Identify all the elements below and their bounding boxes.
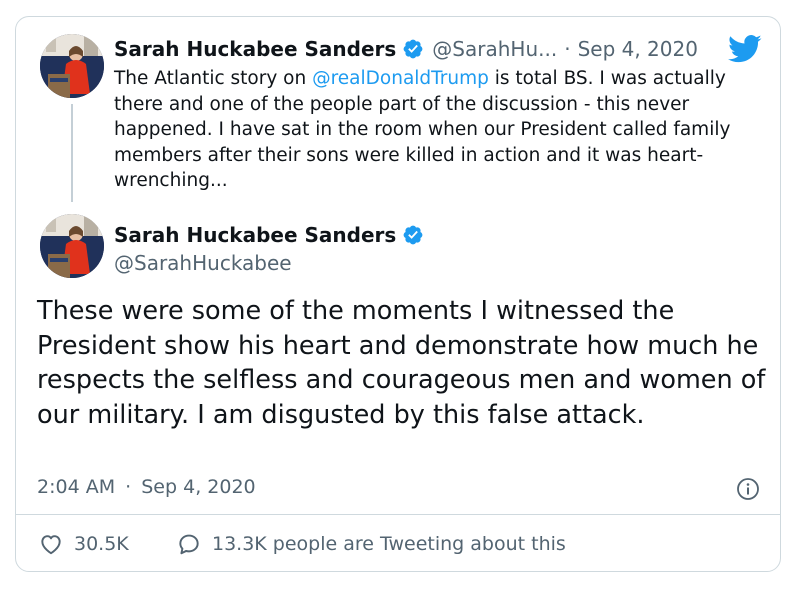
quoted-author-name[interactable]: Sarah Huckabee Sanders xyxy=(114,37,396,61)
like-button[interactable]: 30.5K xyxy=(38,531,129,557)
info-icon[interactable] xyxy=(736,477,760,501)
tweet-date: Sep 4, 2020 xyxy=(141,476,256,498)
main-tweet-author: Sarah Huckabee Sanders xyxy=(114,220,424,250)
thread-connector-line xyxy=(71,104,73,202)
tweeting-about-button[interactable]: 13.3K people are Tweeting about this xyxy=(176,531,566,557)
tweet-timestamp[interactable]: 2:04 AM · Sep 4, 2020 xyxy=(37,476,256,498)
twitter-bird-icon[interactable] xyxy=(728,34,762,64)
quoted-tweet-text: The Atlantic story on @realDonaldTrump i… xyxy=(114,66,764,194)
avatar-main[interactable] xyxy=(40,214,104,278)
main-tweet-handle-row: @SarahHuckabee xyxy=(114,250,292,276)
heart-icon xyxy=(41,535,61,555)
like-count: 30.5K xyxy=(74,533,129,555)
quoted-tweet-header: Sarah Huckabee Sanders @SarahHu... · Sep… xyxy=(114,34,698,64)
verified-badge-icon xyxy=(403,225,423,245)
main-author-handle[interactable]: @SarahHuckabee xyxy=(114,251,292,275)
avatar-photo xyxy=(40,34,104,98)
verified-badge-icon xyxy=(403,39,423,59)
speech-bubble-icon xyxy=(179,534,199,555)
tweet-time: 2:04 AM xyxy=(37,476,116,498)
mention-link[interactable]: @realDonaldTrump xyxy=(312,68,489,89)
timestamp-separator: · xyxy=(125,476,132,498)
avatar-photo xyxy=(40,214,104,278)
tweeting-about-label: 13.3K people are Tweeting about this xyxy=(212,533,566,555)
quoted-tweet-date[interactable]: Sep 4, 2020 xyxy=(578,37,698,61)
avatar-quoted[interactable] xyxy=(40,34,104,98)
actions-divider xyxy=(15,514,781,515)
quoted-text-part-1: The Atlantic story on xyxy=(114,68,313,89)
header-separator: · xyxy=(564,37,571,61)
main-tweet-text: These were some of the moments I witness… xyxy=(37,296,766,430)
main-author-name[interactable]: Sarah Huckabee Sanders xyxy=(114,223,396,247)
quoted-author-handle[interactable]: @SarahHu... xyxy=(432,37,557,61)
